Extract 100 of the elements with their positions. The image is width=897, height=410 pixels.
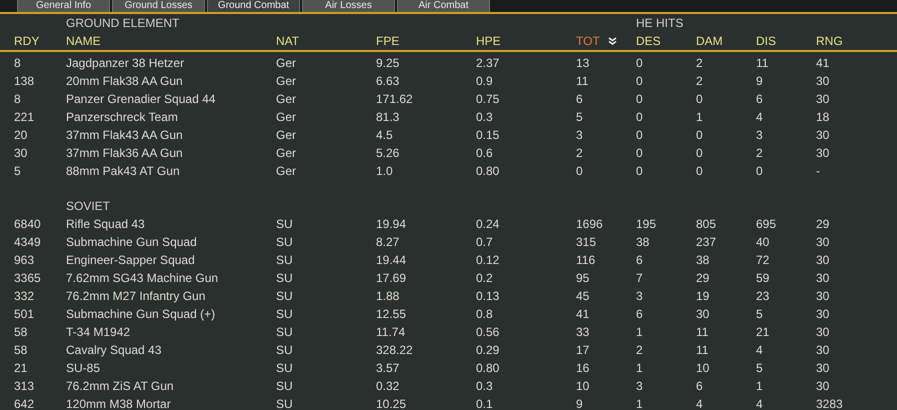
table-cell: 17 <box>576 343 590 357</box>
tab[interactable]: Ground Combat <box>207 0 300 12</box>
table-cell: 9 <box>576 397 583 410</box>
table-cell: 3 <box>636 379 643 393</box>
table-cell: 33 <box>576 325 590 339</box>
table-cell: SU <box>276 271 293 285</box>
table-cell: Panzer Grenadier Squad 44 <box>66 92 216 106</box>
table-cell: Rifle Squad 43 <box>66 217 145 231</box>
table-cell: 3.57 <box>376 361 400 375</box>
table-cell: 0.1 <box>476 397 493 410</box>
table-cell: 37mm Flak36 AA Gun <box>66 146 183 160</box>
table-cell: 6 <box>696 379 703 393</box>
column-header[interactable]: RNG <box>816 32 843 50</box>
table-cell: 0 <box>696 128 703 142</box>
table-cell: 41 <box>576 307 590 321</box>
table-cell: 30 <box>816 325 830 339</box>
section-heading: SOVIET <box>66 198 112 215</box>
column-header[interactable]: RDY <box>14 32 40 50</box>
table-cell: 30 <box>816 253 830 267</box>
table-cell: 9 <box>756 74 763 88</box>
table-cell: 1 <box>636 361 643 375</box>
column-header[interactable]: TOT <box>576 32 600 50</box>
table-cell: 7 <box>636 271 643 285</box>
table-cell: 695 <box>756 217 776 231</box>
table-cell: 11 <box>756 56 768 70</box>
table-cell: 6840 <box>14 217 41 231</box>
table-cell: 1696 <box>576 217 603 231</box>
table-cell: 4 <box>756 397 763 410</box>
table-cell: 805 <box>696 217 716 231</box>
table-cell: 8 <box>14 56 21 70</box>
table-cell: 0.24 <box>476 217 500 231</box>
column-header[interactable]: DIS <box>756 32 776 50</box>
table-cell: 30 <box>816 361 830 375</box>
table-cell: 4 <box>696 397 703 410</box>
table-cell: 12.55 <box>376 307 406 321</box>
tab[interactable]: Air Losses <box>302 0 395 12</box>
table-cell: 45 <box>576 289 590 303</box>
table-cell: 23 <box>756 289 770 303</box>
column-header[interactable]: NAT <box>276 32 300 50</box>
table-cell: 30 <box>816 379 830 393</box>
table-cell: 88mm Pak43 AT Gun <box>66 164 180 178</box>
table-cell: Jagdpanzer 38 Hetzer <box>66 56 184 70</box>
table-cell: 315 <box>576 235 596 249</box>
table-cell: 29 <box>816 217 830 231</box>
table-cell: 76.2mm ZiS AT Gun <box>66 379 174 393</box>
table-cell: 5 <box>756 361 763 375</box>
table-cell: 30 <box>816 235 830 249</box>
table-cell: 6 <box>636 307 643 321</box>
table-cell: Ger <box>276 128 296 142</box>
table-cell: Ger <box>276 164 296 178</box>
tab[interactable]: Air Combat <box>397 0 490 12</box>
table-cell: 0 <box>576 164 583 178</box>
tab[interactable]: General Info <box>17 0 110 12</box>
table-cell: 3365 <box>14 271 41 285</box>
table-cell: 30 <box>816 307 830 321</box>
table-cell: 2 <box>696 56 703 70</box>
table-cell: Cavalry Squad 43 <box>66 343 162 357</box>
table-cell: 0.15 <box>476 128 500 142</box>
table-cell: 30 <box>816 343 830 357</box>
table-cell: 138 <box>14 74 34 88</box>
table-cell: 5 <box>14 164 21 178</box>
table-cell: SU <box>276 307 293 321</box>
table-cell: 221 <box>14 110 34 124</box>
table-cell: 41 <box>816 56 830 70</box>
table-cell: SU <box>276 325 293 339</box>
table-cell: 0.12 <box>476 253 500 267</box>
table-cell: 5 <box>576 110 583 124</box>
table-cell: 5 <box>756 307 763 321</box>
column-header[interactable]: DAM <box>696 32 723 50</box>
table-cell: 7.62mm SG43 Machine Gun <box>66 271 218 285</box>
table-cell: Engineer-Sapper Squad <box>66 253 195 267</box>
sort-descending-icon[interactable] <box>608 36 617 44</box>
table-cell: 1 <box>696 110 703 124</box>
table-cell: 30 <box>816 92 830 106</box>
table-cell: 3 <box>576 128 583 142</box>
table-cell: 59 <box>756 271 770 285</box>
column-header[interactable]: FPE <box>376 32 400 50</box>
table-cell: 0.56 <box>476 325 500 339</box>
table-cell: 6 <box>636 253 643 267</box>
table-cell: 1.88 <box>376 289 400 303</box>
table-cell: 0 <box>696 164 703 178</box>
table-cell: 1.0 <box>376 164 393 178</box>
table-cell: 0.80 <box>476 361 500 375</box>
column-header[interactable]: HPE <box>476 32 501 50</box>
table-cell: 1 <box>636 397 643 410</box>
column-header[interactable]: DES <box>636 32 661 50</box>
table-cell: SU-85 <box>66 361 100 375</box>
table-cell: 642 <box>14 397 34 410</box>
table-cell: SU <box>276 397 293 410</box>
table-cell: 81.3 <box>376 110 400 124</box>
table-cell: 0 <box>636 74 643 88</box>
table-cell: 0 <box>696 92 703 106</box>
table-cell: 0 <box>636 128 643 142</box>
table-cell: 6 <box>576 92 583 106</box>
table-cell: 11 <box>576 74 588 88</box>
table-cell: 0 <box>696 146 703 160</box>
table-cell: 4349 <box>14 235 41 249</box>
tab[interactable]: Ground Losses <box>112 0 205 12</box>
table-cell: 0 <box>756 164 763 178</box>
column-header[interactable]: NAME <box>66 32 101 50</box>
